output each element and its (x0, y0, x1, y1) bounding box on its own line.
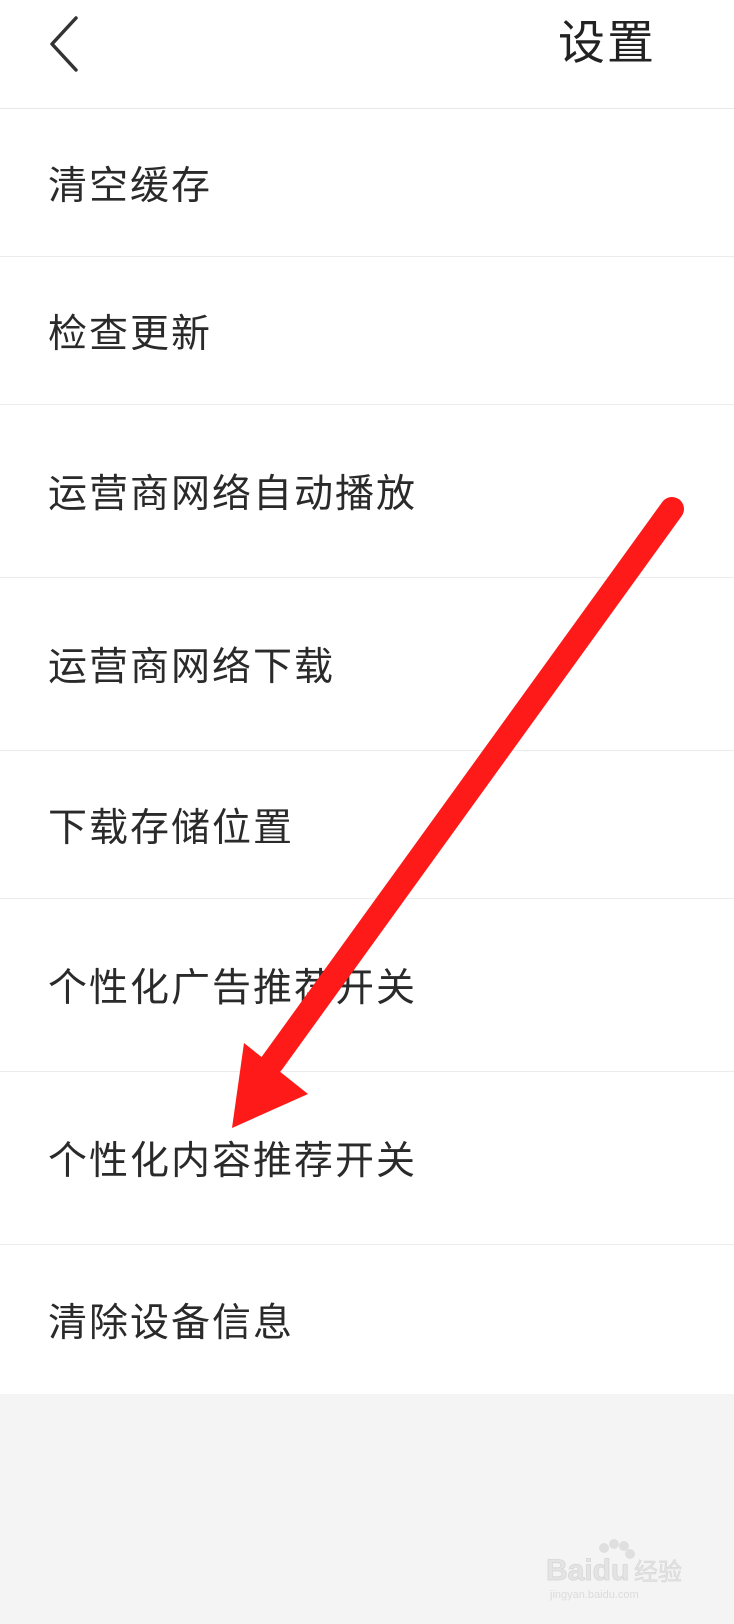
settings-item-personalized-ads[interactable]: 个性化广告推荐开关 (0, 899, 734, 1072)
svg-text:jingyan.baidu.com: jingyan.baidu.com (549, 1589, 639, 1601)
watermark-logo: Baidu 经验 jingyan.baidu.com (544, 1534, 694, 1604)
settings-item-label: 运营商网络自动播放 (48, 472, 418, 517)
back-button[interactable] (40, 10, 100, 78)
chevron-left-icon (50, 16, 78, 72)
settings-item-label: 下载存储位置 (48, 805, 295, 851)
settings-item-label: 检查更新 (48, 311, 213, 357)
settings-item-label: 个性化广告推荐开关 (48, 966, 418, 1011)
settings-item-label: 运营商网络下载 (48, 645, 336, 690)
settings-item-download-location[interactable]: 下载存储位置 (0, 751, 734, 899)
settings-item-label: 个性化内容推荐开关 (48, 1139, 418, 1184)
settings-item-carrier-autoplay[interactable]: 运营商网络自动播放 (0, 405, 734, 578)
svg-text:经验: 经验 (634, 1558, 682, 1586)
settings-item-clear-cache[interactable]: 清空缓存 (0, 109, 734, 257)
settings-item-clear-device-info[interactable]: 清除设备信息 (0, 1245, 734, 1395)
settings-item-check-update[interactable]: 检查更新 (0, 257, 734, 405)
settings-item-carrier-download[interactable]: 运营商网络下载 (0, 578, 734, 751)
top-bar: 设置 (0, 0, 734, 109)
page-title: 设置 (558, 16, 656, 71)
settings-item-label: 清空缓存 (48, 163, 213, 209)
settings-item-personalized-content[interactable]: 个性化内容推荐开关 (0, 1072, 734, 1245)
settings-page: 设置 清空缓存 检查更新 运营商网络自动播放 运营商网络下载 下载存储位置 个性… (0, 0, 734, 1624)
settings-item-label: 清除设备信息 (48, 1301, 295, 1346)
settings-list: 清空缓存 检查更新 运营商网络自动播放 运营商网络下载 下载存储位置 个性化广告… (0, 109, 734, 1395)
svg-text:Baidu: Baidu (546, 1554, 629, 1587)
